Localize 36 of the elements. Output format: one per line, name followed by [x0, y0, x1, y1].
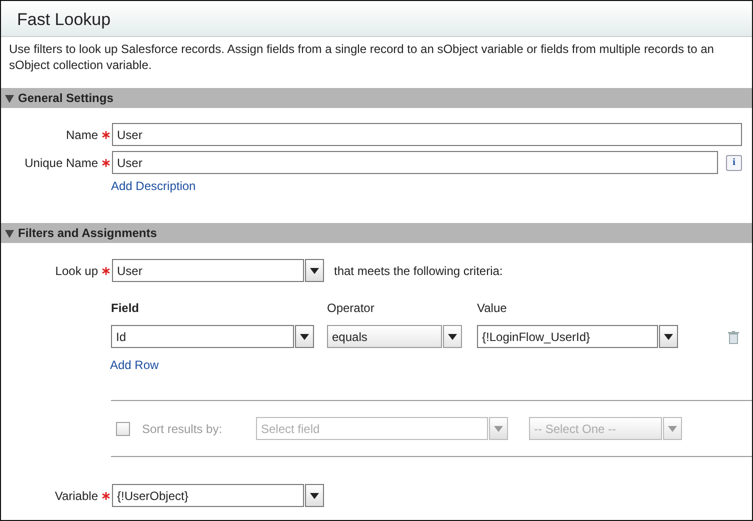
dropdown-field[interactable]: Id — [111, 325, 294, 348]
column-header: Operator — [327, 300, 376, 317]
field-label: Name — [66, 126, 98, 144]
caret-icon — [668, 426, 677, 432]
dropdown-button[interactable] — [305, 484, 324, 507]
field-label: Look up — [55, 262, 98, 280]
field-label: Variable — [54, 488, 98, 504]
add-description-link[interactable]: Add Description — [111, 179, 196, 193]
column-header: Field — [111, 300, 140, 317]
section-heading: Filters and Assignments — [18, 225, 157, 242]
dropdown-button[interactable] — [659, 325, 678, 348]
caret-icon — [310, 268, 319, 274]
caret-icon — [300, 334, 309, 340]
dropdown-field[interactable]: {!LoginFlow_UserId} — [477, 325, 658, 348]
description-text: Use filters to look up Salesforce records. Assign fields from a single record to an sObject variable or fields from multiple records to an sObject collection variable. — [8, 41, 715, 74]
text-field[interactable]: User — [112, 151, 718, 174]
dropdown-field[interactable]: User — [112, 259, 304, 282]
criteria-text: that meets the following criteria: — [334, 262, 503, 280]
expand-icon[interactable] — [5, 228, 14, 238]
caret-icon — [448, 334, 457, 340]
dropdown-field[interactable]: equals — [327, 325, 442, 348]
info-button[interactable]: i — [726, 154, 742, 170]
expand-icon[interactable] — [5, 94, 14, 102]
caret-icon — [664, 334, 673, 340]
dropdown-button[interactable] — [305, 259, 324, 282]
caret-icon — [494, 426, 503, 432]
dropdown-button[interactable] — [295, 325, 314, 348]
add-row-link[interactable]: Add Row — [110, 358, 159, 372]
dropdown-button[interactable] — [443, 325, 462, 348]
field-label: Unique Name — [24, 154, 98, 172]
text-field[interactable]: User — [112, 123, 742, 146]
sort-label: Sort results by: — [142, 420, 224, 438]
caret-icon — [310, 492, 319, 498]
column-header: Value — [477, 300, 508, 317]
section-heading: General Settings — [18, 90, 114, 107]
dropdown-field[interactable]: {!UserObject} — [112, 484, 304, 507]
